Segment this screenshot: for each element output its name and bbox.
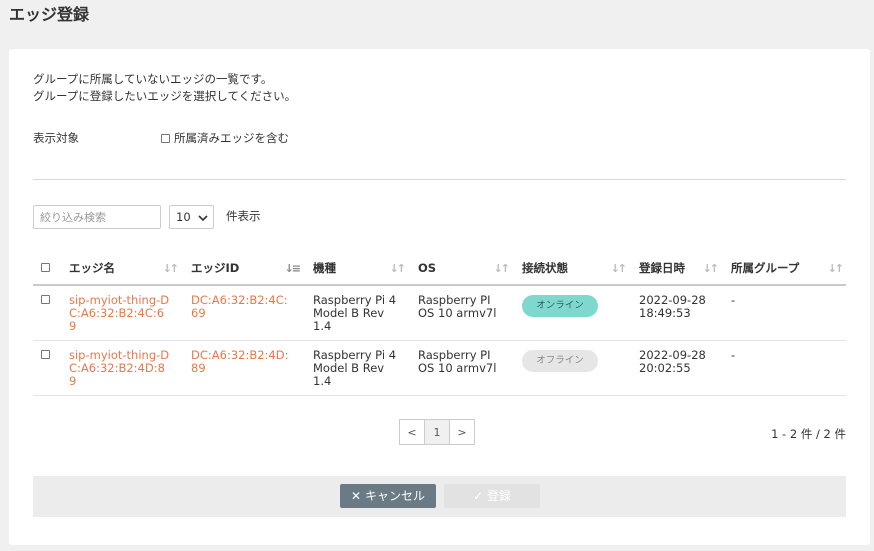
row-checkbox[interactable] bbox=[41, 295, 50, 304]
column-header[interactable]: 登録日時 ↓↑ bbox=[629, 251, 721, 286]
edge-id-cell[interactable]: DC:A6:32:B2:4C:69 bbox=[181, 285, 303, 341]
filter-label: 表示対象 bbox=[33, 131, 79, 145]
column-header[interactable]: エッジID ↓≡ bbox=[181, 251, 303, 286]
cancel-label: キャンセル bbox=[364, 489, 425, 503]
edge-name-cell[interactable]: sip-myiot-thing-DC:A6:32:B2:4C:69 bbox=[59, 285, 181, 341]
register-button[interactable]: ✓ 登録 bbox=[444, 484, 540, 508]
include-assigned-label: 所属済みエッジを含む bbox=[174, 131, 289, 145]
page-size-value: 10 bbox=[176, 210, 191, 224]
status-badge: オンライン bbox=[522, 295, 598, 317]
date-cell: 2022-09-28 20:02:55 bbox=[629, 340, 721, 396]
page-button-current[interactable]: 1 bbox=[424, 419, 450, 445]
os-cell: Raspberry PI OS 10 armv7l bbox=[408, 285, 512, 341]
select-all-header bbox=[33, 251, 59, 286]
sort-icon[interactable]: ↓↑ bbox=[163, 262, 180, 275]
divider bbox=[33, 179, 846, 180]
chevron-down-icon bbox=[198, 211, 208, 228]
column-header[interactable]: 接続状態 ↓↑ bbox=[512, 251, 629, 286]
search-input[interactable] bbox=[33, 205, 161, 229]
page-size-select[interactable]: 10 bbox=[169, 205, 214, 229]
sort-icon[interactable]: ↓≡ bbox=[285, 262, 302, 275]
action-footer: ✕ キャンセル ✓ 登録 bbox=[33, 476, 846, 517]
column-header[interactable]: OS ↓↑ bbox=[408, 251, 512, 286]
select-all-checkbox[interactable] bbox=[41, 262, 50, 272]
page-size-suffix: 件表示 bbox=[226, 209, 261, 223]
row-select-cell bbox=[33, 340, 59, 396]
sort-icon[interactable]: ↓↑ bbox=[494, 262, 511, 275]
row-checkbox[interactable] bbox=[41, 349, 50, 359]
table-header-row: エッジ名 ↓↑ エッジID ↓≡ 機種 ↓↑ OS ↓↑ 接続状態 ↓↑ 登録日時 ↓↑ 所… bbox=[33, 251, 846, 286]
group-cell: - bbox=[721, 340, 846, 396]
description: グループに所属していないエッジの一覧です。 グループに登録したいエッジを選択して… bbox=[33, 71, 296, 105]
close-icon: ✕ bbox=[351, 489, 362, 503]
model-cell: Raspberry Pi 4 Model B Rev 1.4 bbox=[303, 285, 408, 341]
result-count: 1 - 2 件 / 2 件 bbox=[771, 427, 846, 441]
table-row[interactable]: sip-myiot-thing-DC:A6:32:B2:4D:89 DC:A6:… bbox=[33, 340, 846, 396]
row-select-cell bbox=[33, 285, 59, 341]
os-cell: Raspberry PI OS 10 armv7l bbox=[408, 340, 512, 396]
column-header[interactable]: 所属グループ ↓↑ bbox=[721, 251, 846, 286]
checkbox-icon[interactable] bbox=[161, 134, 170, 143]
edge-table: エッジ名 ↓↑ エッジID ↓≡ 機種 ↓↑ OS ↓↑ 接続状態 ↓↑ 登録日時 ↓↑ 所… bbox=[33, 251, 846, 396]
include-assigned-checkbox[interactable]: 所属済みエッジを含む bbox=[161, 130, 289, 147]
pagination: < 1 > bbox=[399, 419, 475, 445]
date-cell: 2022-09-28 18:49:53 bbox=[629, 285, 721, 341]
next-page-button[interactable]: > bbox=[449, 419, 475, 445]
cancel-button[interactable]: ✕ キャンセル bbox=[340, 484, 436, 508]
prev-page-button[interactable]: < bbox=[399, 419, 425, 445]
table-row[interactable]: sip-myiot-thing-DC:A6:32:B2:4C:69 DC:A6:… bbox=[33, 285, 846, 341]
register-label: 登録 bbox=[486, 489, 511, 503]
sort-icon[interactable]: ↓↑ bbox=[828, 262, 845, 275]
model-cell: Raspberry Pi 4 Model B Rev 1.4 bbox=[303, 340, 408, 396]
sort-icon[interactable]: ↓↑ bbox=[703, 262, 720, 275]
page-title: エッジ登録 bbox=[9, 5, 90, 24]
sort-icon[interactable]: ↓↑ bbox=[611, 262, 628, 275]
column-header[interactable]: エッジ名 ↓↑ bbox=[59, 251, 181, 286]
check-icon: ✓ bbox=[473, 489, 484, 503]
edge-name-cell[interactable]: sip-myiot-thing-DC:A6:32:B2:4D:89 bbox=[59, 340, 181, 396]
status-cell: オフライン bbox=[512, 340, 629, 396]
group-cell: - bbox=[721, 285, 846, 341]
description-line-1: グループに所属していないエッジの一覧です。 bbox=[33, 72, 273, 86]
status-badge: オフライン bbox=[522, 349, 598, 372]
status-cell: オンライン bbox=[512, 285, 629, 341]
main-card: グループに所属していないエッジの一覧です。 グループに登録したいエッジを選択して… bbox=[9, 49, 870, 545]
column-header[interactable]: 機種 ↓↑ bbox=[303, 251, 408, 286]
edge-id-cell[interactable]: DC:A6:32:B2:4D:89 bbox=[181, 340, 303, 396]
sort-icon[interactable]: ↓↑ bbox=[390, 262, 407, 275]
description-line-2: グループに登録したいエッジを選択してください。 bbox=[33, 89, 297, 103]
